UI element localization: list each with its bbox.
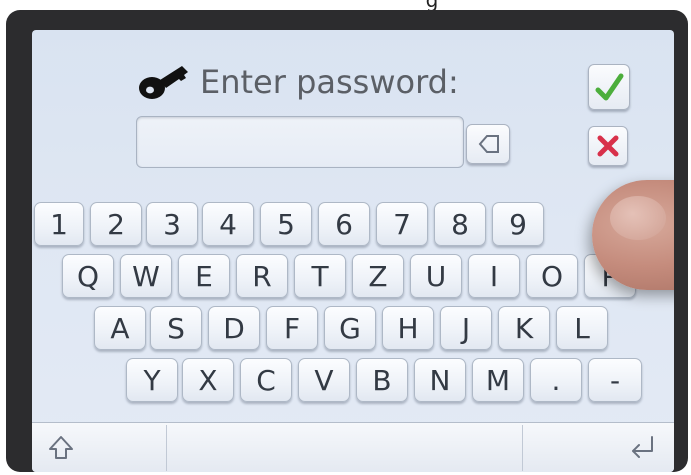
key-k[interactable]: K — [498, 306, 550, 350]
keyboard-bottom-bar — [32, 422, 674, 472]
x-icon — [597, 135, 619, 157]
key-v[interactable]: V — [298, 358, 350, 402]
key-h[interactable]: H — [382, 306, 434, 350]
key-s[interactable]: S — [150, 306, 202, 350]
bottom-separator-right — [522, 425, 523, 471]
key-9[interactable]: 9 — [492, 202, 544, 246]
key-n[interactable]: N — [414, 358, 466, 402]
key-3[interactable]: 3 — [146, 202, 198, 246]
device-bezel: Enter password: 1 2 3 4 5 6 7 8 9 Q W E … — [6, 10, 688, 472]
key-5[interactable]: 5 — [260, 202, 312, 246]
backspace-button[interactable] — [466, 124, 510, 164]
key-f[interactable]: F — [266, 306, 318, 350]
key-icon — [139, 66, 188, 99]
keyboard-row-bottom: Y X C V B N M . - — [32, 358, 674, 402]
top-caption-fragment: g — [425, 0, 439, 12]
keyboard-row-home: A S D F G H J K L — [32, 306, 674, 350]
key-q[interactable]: Q — [62, 254, 114, 298]
space-key[interactable] — [168, 423, 520, 472]
key-7[interactable]: 7 — [376, 202, 428, 246]
key-2[interactable]: 2 — [90, 202, 142, 246]
key-8[interactable]: 8 — [434, 202, 486, 246]
key-g[interactable]: G — [324, 306, 376, 350]
key-1[interactable]: 1 — [34, 202, 84, 246]
key-w[interactable]: W — [120, 254, 172, 298]
password-prompt: Enter password: — [200, 63, 459, 101]
shift-icon — [49, 436, 73, 459]
fingernail — [610, 196, 666, 240]
key-a[interactable]: A — [94, 306, 146, 350]
confirm-button[interactable] — [588, 64, 630, 110]
key-c[interactable]: C — [240, 358, 292, 402]
key-l[interactable]: L — [556, 306, 608, 350]
key-dash[interactable]: - — [588, 358, 642, 402]
checkmark-icon — [595, 73, 624, 101]
key-z[interactable]: Z — [352, 254, 404, 298]
bottom-separator-left — [166, 425, 167, 471]
shift-key[interactable] — [32, 423, 164, 472]
key-o[interactable]: O — [526, 254, 578, 298]
key-m[interactable]: M — [472, 358, 524, 402]
enter-icon — [632, 436, 653, 458]
key-period[interactable]: . — [530, 358, 582, 402]
key-u[interactable]: U — [410, 254, 462, 298]
key-y[interactable]: Y — [126, 358, 178, 402]
touch-screen: Enter password: 1 2 3 4 5 6 7 8 9 Q W E … — [32, 30, 674, 472]
key-b[interactable]: B — [356, 358, 408, 402]
password-input[interactable] — [136, 116, 464, 168]
cancel-button[interactable] — [588, 126, 628, 166]
enter-key[interactable] — [524, 423, 674, 472]
key-d[interactable]: D — [208, 306, 260, 350]
key-x[interactable]: X — [182, 358, 234, 402]
backspace-icon — [478, 135, 499, 153]
key-6[interactable]: 6 — [318, 202, 370, 246]
key-j[interactable]: J — [440, 306, 492, 350]
key-i[interactable]: I — [468, 254, 520, 298]
keyboard-row-top: Q W E R T Z U I O P — [32, 254, 674, 298]
key-r[interactable]: R — [236, 254, 288, 298]
key-t[interactable]: T — [294, 254, 346, 298]
key-e[interactable]: E — [178, 254, 230, 298]
key-4[interactable]: 4 — [202, 202, 254, 246]
keyboard-row-digits: 1 2 3 4 5 6 7 8 9 — [32, 202, 674, 246]
